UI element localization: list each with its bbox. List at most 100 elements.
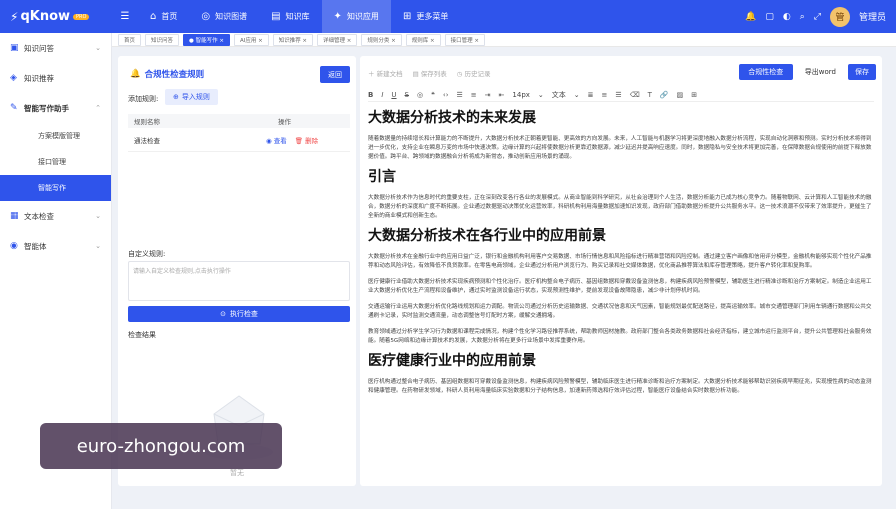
view-button[interactable]: ◉ 查看: [266, 135, 287, 145]
italic-icon[interactable]: I: [381, 91, 383, 99]
topnav-knowledge-graph[interactable]: ◎ 知识图谱: [189, 0, 259, 33]
theme-icon[interactable]: ◐: [783, 12, 791, 22]
topbar-tools: 🔔 ▢ ◐ ⌕ ⤢ 管 管理员: [745, 6, 896, 27]
sidebar-subitem-api-manage[interactable]: 接口管理: [0, 149, 111, 175]
column-header-rule-name: 规则名称: [134, 118, 160, 126]
layout-icon[interactable]: ▢: [765, 12, 774, 22]
compliance-check-button[interactable]: 合规性检查: [738, 64, 793, 80]
editor-actions: ＋ 新建文档 ▤ 保存列表 ◷ 历史记录: [368, 68, 491, 78]
tab-home[interactable]: 首页: [118, 33, 142, 46]
topnav-more-menu[interactable]: ⊞ 更多菜单: [391, 0, 460, 33]
new-document-label: 新建文档: [376, 70, 403, 78]
topnav-label: 知识库: [285, 12, 310, 21]
heading: 大数据分析技术在各行业中的应用前景: [368, 228, 606, 244]
table-row: 通法检查 ◉ 查看 🗑 删除: [128, 128, 350, 152]
sidebar-item-label: 知识推荐: [24, 73, 54, 83]
fullscreen-icon[interactable]: ⤢: [814, 12, 821, 22]
rules-table-header: 规则名称 操作: [128, 114, 350, 128]
tab-knowledge-recommend[interactable]: 知识推荐 ×: [272, 33, 314, 46]
check-result-label: 检查结果: [128, 331, 156, 339]
sidebar-subitem-smart-writing[interactable]: 智能写作: [0, 175, 111, 201]
document-editor-panel: ＋ 新建文档 ▤ 保存列表 ◷ 历史记录 合规性检查 导出word 保存 B I…: [360, 56, 882, 486]
rules-table: 规则名称 操作 通法检查 ◉ 查看 🗑 删除: [128, 114, 350, 152]
outdent-icon[interactable]: ⇤: [499, 91, 505, 99]
underline-icon[interactable]: U: [391, 91, 396, 99]
align-right-icon[interactable]: ☰: [615, 91, 621, 99]
topnav-knowledge-base[interactable]: ▤ 知识库: [259, 0, 321, 33]
font-size-select[interactable]: 14px ⌄: [512, 91, 543, 99]
indent-icon[interactable]: ⇥: [485, 91, 491, 99]
history-button[interactable]: ◷ 历史记录: [457, 68, 491, 78]
ordered-list-icon[interactable]: ≡: [471, 91, 477, 99]
heading: 引言: [368, 169, 396, 185]
text-style-value: 文本: [551, 90, 566, 99]
grid-icon: ⊞: [402, 11, 412, 22]
graph-icon: ◎: [201, 11, 211, 22]
chevron-down-icon: ⌄: [573, 90, 580, 99]
sidebar-item-knowledge-recommend[interactable]: ◈ 知识推荐: [0, 63, 111, 93]
align-center-icon[interactable]: ≡: [602, 91, 608, 99]
chevron-down-icon: ⌄: [95, 44, 101, 52]
tab-ai-app[interactable]: AI应用 ×: [233, 33, 269, 46]
new-document-button[interactable]: ＋ 新建文档: [368, 68, 403, 78]
link-icon[interactable]: 🔗: [660, 91, 669, 99]
document-content[interactable]: 大数据分析技术的未来发展 随着数据量的持续增长和计算能力的不断提升，大数据分析技…: [368, 110, 876, 403]
agent-icon: ◉: [10, 241, 18, 251]
topnav-home[interactable]: ⌂ 首页: [138, 0, 189, 33]
topnav-knowledge-app[interactable]: ✦ 知识应用: [321, 0, 391, 33]
chevron-down-icon: ⌄: [537, 90, 544, 99]
paragraph: 随着数据量的持续增长和计算能力的不断提升，大数据分析技术正朝着更智能、更高效的方…: [368, 136, 872, 160]
delete-button[interactable]: 🗑 删除: [295, 135, 318, 145]
execute-check-button[interactable]: ⊙ 执行检查: [128, 306, 350, 322]
code-icon[interactable]: ‹›: [443, 91, 449, 99]
text-style-select[interactable]: 文本 ⌄: [552, 90, 580, 100]
clear-format-icon[interactable]: ⌫: [630, 91, 640, 99]
logo[interactable]: ⚡ qKnow PRO: [0, 9, 112, 24]
sidebar-item-writing-assistant[interactable]: ✎ 智能写作助手 ⌃: [0, 93, 111, 123]
topnav-label: 更多菜单: [416, 12, 449, 21]
top-navigation-bar: ⚡ qKnow PRO ☰ ⌂ 首页 ◎ 知识图谱 ▤ 知识库 ✦ 知识应用 ⊞…: [0, 0, 896, 33]
menu-collapse-icon[interactable]: ☰: [112, 11, 138, 22]
import-rule-button[interactable]: ⊕ 导入规则: [165, 89, 218, 105]
back-button[interactable]: 返回: [320, 66, 350, 83]
saved-list-button[interactable]: ▤ 保存列表: [413, 68, 447, 78]
tab-knowledge-qa[interactable]: 知识问答: [145, 33, 180, 46]
custom-rule-textarea[interactable]: 请输入自定义检查规则,点击执行操作: [128, 261, 350, 301]
qa-icon: ▣: [10, 43, 19, 53]
quote-icon[interactable]: ❝: [431, 91, 435, 99]
sidebar-item-agent[interactable]: ◉ 智能体 ⌄: [0, 231, 111, 261]
align-left-icon[interactable]: ≣: [588, 91, 594, 99]
tab-detail-manage[interactable]: 详细管理 ×: [317, 33, 358, 46]
topnav-label: 知识图谱: [215, 12, 248, 21]
search-icon[interactable]: ⌕: [800, 12, 805, 22]
tab-rule-library[interactable]: 规则库 ×: [405, 33, 441, 46]
strikethrough-icon[interactable]: S: [405, 91, 409, 99]
custom-rule-label: 自定义规则:: [128, 250, 166, 258]
sidebar-item-text-check[interactable]: ▦ 文本检查 ⌄: [0, 201, 111, 231]
watermark-banner: euro-zhongou.com: [40, 423, 282, 469]
color-icon[interactable]: ◎: [417, 91, 423, 99]
chevron-down-icon: ⌄: [95, 212, 101, 220]
export-word-button[interactable]: 导出word: [799, 67, 842, 77]
paragraph: 大数据分析技术在金融行业中的应用日益广泛，银行和金融机构利用客户交易数据、市场行…: [368, 254, 872, 269]
delete-label: 删除: [305, 136, 319, 145]
bell-icon[interactable]: 🔔: [745, 12, 756, 22]
paragraph: 交通运输行业运用大数据分析优化路线规划和运力调配。物流公司通过分析历史运输数据、…: [368, 304, 872, 319]
sidebar-item-knowledge-qa[interactable]: ▣ 知识问答 ⌄: [0, 33, 111, 63]
tab-api-manage[interactable]: 接口管理 ×: [444, 33, 485, 46]
tab-smart-writing[interactable]: ● 智能写作 ×: [183, 33, 230, 46]
save-button[interactable]: 保存: [848, 64, 876, 80]
paragraph: 大数据分析技术作为信息时代的重要支柱，正在深刻改变各行各业的发展模式。从商业智能…: [368, 195, 872, 219]
bold-icon[interactable]: B: [368, 91, 373, 99]
user-name[interactable]: 管理员: [859, 10, 886, 23]
table-icon[interactable]: ⊞: [691, 91, 697, 99]
bullet-list-icon[interactable]: ☰: [457, 91, 463, 99]
sidebar-subitem-template-manage[interactable]: 方案模版管理: [0, 123, 111, 149]
avatar[interactable]: 管: [829, 6, 850, 27]
text-format-icon[interactable]: T: [648, 91, 652, 99]
image-icon[interactable]: ▨: [677, 91, 684, 99]
chevron-down-icon: ⌄: [95, 242, 101, 250]
editor-toolbar: B I U S ◎ ❝ ‹› ☰ ≡ ⇥ ⇤ 14px ⌄ 文本 ⌄ ≣ ≡ ☰ ⌫…: [368, 88, 874, 102]
tab-rule-category[interactable]: 规则分类 ×: [361, 33, 402, 46]
panel-title: 🔔 合规性检查规则: [130, 68, 204, 80]
